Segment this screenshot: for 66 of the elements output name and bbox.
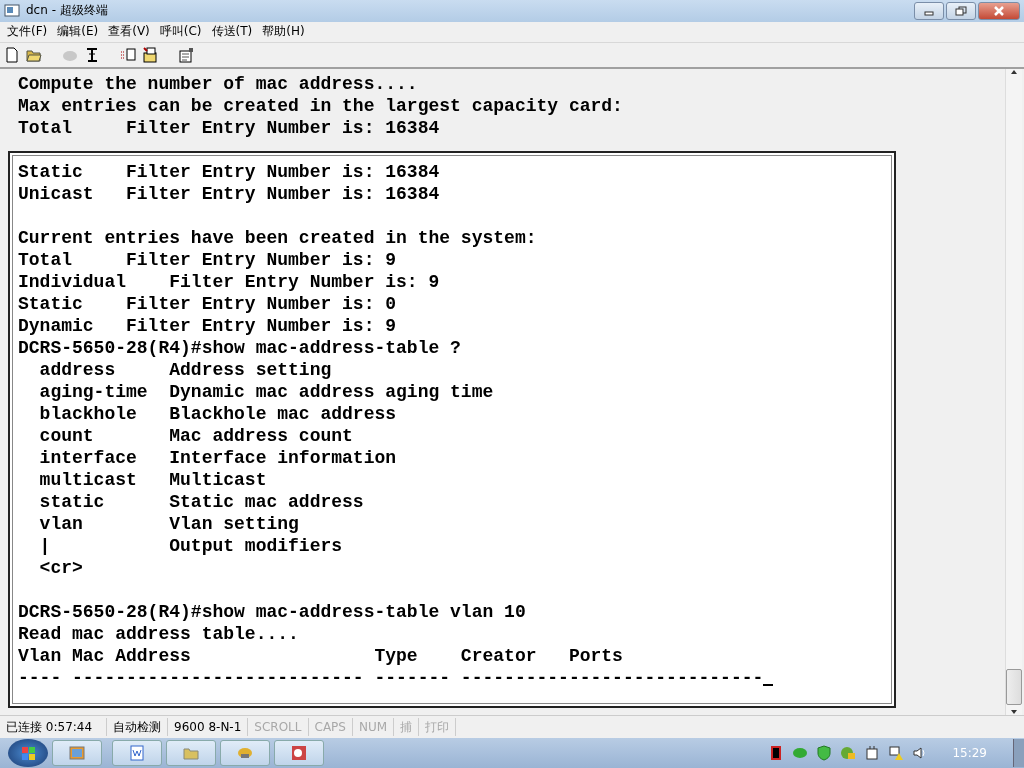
start-button[interactable] bbox=[8, 739, 48, 768]
vertical-scrollbar[interactable] bbox=[1005, 68, 1022, 716]
app-icon[interactable] bbox=[4, 3, 20, 19]
status-field: 自动检测 bbox=[107, 718, 169, 737]
menu-item[interactable]: 文件(F) bbox=[2, 23, 53, 41]
terminal-line: aging-time Dynamic mac address aging time bbox=[38, 380, 494, 403]
terminal-line: blackhole Blackhole mac address bbox=[38, 402, 397, 425]
restore-button[interactable] bbox=[946, 1, 976, 20]
show-desktop-button[interactable] bbox=[1013, 739, 1024, 768]
menu-item[interactable]: 传送(T) bbox=[206, 23, 258, 41]
scroll-thumb[interactable] bbox=[1006, 669, 1022, 706]
minimize-button[interactable] bbox=[914, 1, 944, 20]
new-document-icon[interactable] bbox=[4, 46, 20, 63]
taskbar-button[interactable] bbox=[112, 740, 162, 767]
window-title: dcn - 超级终端 bbox=[26, 2, 109, 20]
power-plug-icon[interactable] bbox=[864, 745, 881, 762]
status-field: 已连接 0:57:44 bbox=[0, 718, 108, 737]
menu-item[interactable]: 帮助(H) bbox=[257, 23, 310, 41]
window-icon bbox=[68, 744, 86, 763]
terminal-line: ---- --------------------------- ------- ---------------------------- bbox=[18, 666, 774, 689]
terminal-line: Static Filter Entry Number is: 0 bbox=[18, 292, 397, 315]
close-button[interactable] bbox=[978, 1, 1020, 20]
terminal-line: Static Filter Entry Number is: 16384 bbox=[18, 160, 440, 183]
status-field: 打印 bbox=[419, 718, 457, 737]
taskbar-button[interactable] bbox=[166, 740, 216, 767]
terminal-line: Total Filter Entry Number is: 16384 bbox=[18, 116, 440, 139]
terminal-line: Dynamic Filter Entry Number is: 9 bbox=[18, 314, 397, 337]
menu-item[interactable]: 查看(V) bbox=[103, 23, 155, 41]
restore-icon bbox=[955, 5, 967, 16]
status-field: 捕 bbox=[394, 718, 420, 737]
menu-item[interactable]: 呼叫(C) bbox=[154, 23, 207, 41]
terminal-line: address Address setting bbox=[38, 358, 332, 381]
menu-item[interactable]: 编辑(E) bbox=[52, 23, 104, 41]
terminal-line: DCRS-5650-28(R4)#show mac-address-table ? bbox=[18, 336, 461, 359]
terminal-line: multicast Multicast bbox=[38, 468, 267, 491]
taskbar-button[interactable] bbox=[220, 740, 270, 767]
status-field: NUM bbox=[352, 718, 395, 737]
terminal-line: vlan Vlan setting bbox=[38, 512, 299, 535]
send-file-icon[interactable] bbox=[120, 46, 136, 63]
status-field: CAPS bbox=[308, 718, 353, 737]
terminal-line: Compute the number of mac address.... bbox=[18, 72, 418, 95]
taskbar-button[interactable] bbox=[52, 740, 102, 767]
terminal-line: Individual Filter Entry Number is: 9 bbox=[18, 270, 440, 293]
terminal-line: interface Interface information bbox=[38, 446, 397, 469]
properties-icon[interactable] bbox=[178, 46, 194, 63]
terminal-line: Total Filter Entry Number is: 9 bbox=[18, 248, 397, 271]
status-field: 9600 8-N-1 bbox=[168, 718, 249, 737]
status-field: SCROLL bbox=[248, 718, 309, 737]
receive-file-icon[interactable] bbox=[142, 46, 158, 63]
terminal-line: DCRS-5650-28(R4)#show mac-address-table vlan 10 bbox=[18, 600, 526, 623]
terminal-line: Vlan Mac Address Type Creator Ports bbox=[18, 644, 623, 667]
terminal-line: <cr> bbox=[38, 556, 83, 579]
terminal-line: Read mac address table.... bbox=[18, 622, 299, 645]
windows-logo-icon bbox=[19, 744, 37, 762]
terminal-line: static Static mac address bbox=[38, 490, 364, 513]
terminal-line: count Mac address count bbox=[38, 424, 353, 447]
terminal-line: Max entries can be created in the largest capacity card: bbox=[18, 94, 623, 117]
network-warning-icon[interactable] bbox=[888, 745, 905, 762]
taskbar-button[interactable] bbox=[274, 740, 324, 767]
shield-icon[interactable] bbox=[816, 745, 833, 762]
terminal-line: | Output modifiers bbox=[38, 534, 343, 557]
terminal-line: Unicast Filter Entry Number is: 16384 bbox=[18, 182, 440, 205]
presentation-icon bbox=[290, 744, 308, 763]
terminal-line: Current entries have been created in the system: bbox=[18, 226, 537, 249]
word-document-icon bbox=[128, 744, 146, 763]
close-icon bbox=[993, 5, 1005, 16]
